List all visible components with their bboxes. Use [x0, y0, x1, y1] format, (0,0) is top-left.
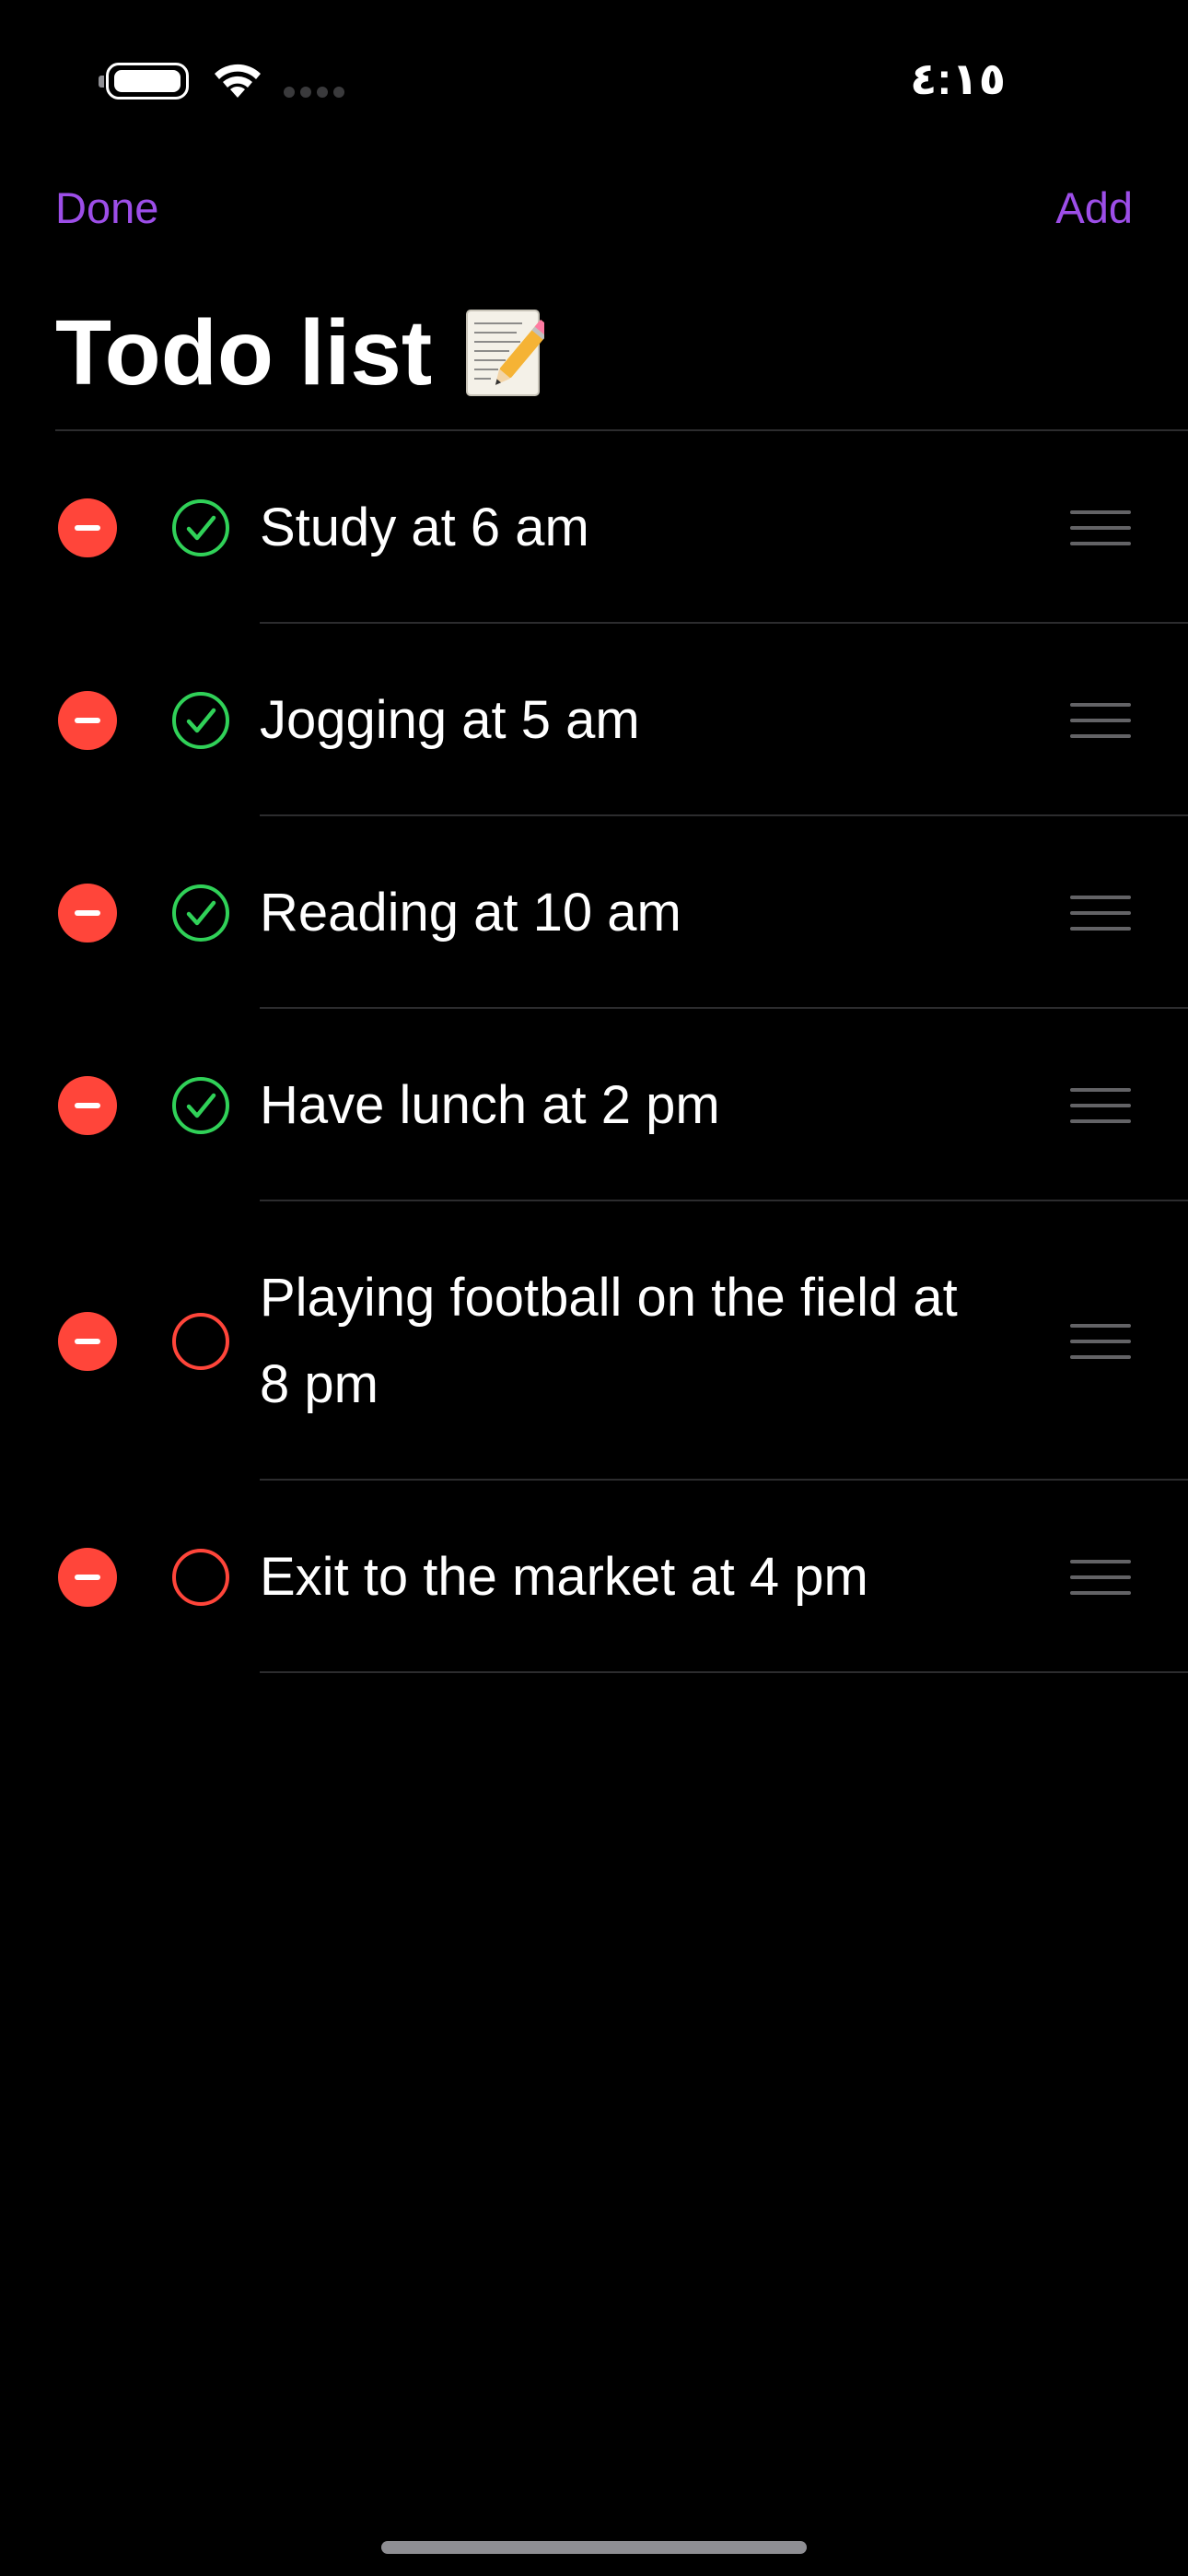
- list-item[interactable]: Jogging at 5 am: [0, 624, 1188, 816]
- todo-label: Jogging at 5 am: [260, 689, 640, 750]
- drag-handle-icon[interactable]: [1070, 509, 1131, 545]
- list-item[interactable]: Exit to the market at 4 pm: [0, 1481, 1188, 1673]
- checkmark-circle-icon[interactable]: [170, 498, 231, 558]
- todo-list: Study at 6 am Jogging at 5 am Reading at…: [0, 431, 1188, 1673]
- checkmark-circle-icon[interactable]: [170, 690, 231, 751]
- page-title: Todo list: [55, 301, 433, 404]
- delete-button[interactable]: [58, 690, 117, 750]
- empty-circle-icon[interactable]: [170, 1311, 231, 1372]
- todo-label: Study at 6 am: [260, 497, 589, 557]
- wifi-icon: [215, 64, 261, 98]
- empty-circle-icon[interactable]: [170, 1547, 231, 1608]
- drag-handle-icon[interactable]: [1070, 895, 1131, 931]
- delete-button[interactable]: [58, 883, 117, 943]
- cellular-signal-icon: [284, 87, 344, 98]
- home-indicator[interactable]: [381, 2541, 807, 2554]
- memo-icon: [466, 310, 545, 396]
- delete-button[interactable]: [58, 1547, 117, 1607]
- list-item[interactable]: Study at 6 am: [0, 431, 1188, 624]
- checkmark-circle-icon[interactable]: [170, 883, 231, 943]
- page-header: Todo list: [55, 293, 545, 413]
- list-item[interactable]: Playing football on the field at 8 pm: [0, 1201, 1188, 1481]
- delete-button[interactable]: [58, 498, 117, 557]
- battery-icon: [99, 63, 189, 100]
- add-button[interactable]: Add: [1055, 182, 1133, 234]
- list-item[interactable]: Have lunch at 2 pm: [0, 1009, 1188, 1201]
- done-button[interactable]: Done: [55, 182, 158, 234]
- todo-label: Have lunch at 2 pm: [260, 1074, 720, 1135]
- row-divider: [260, 1671, 1188, 1673]
- status-bar: ٤:١٥: [0, 0, 1188, 157]
- list-item[interactable]: Reading at 10 am: [0, 816, 1188, 1009]
- delete-button[interactable]: [58, 1075, 117, 1135]
- todo-label: Playing football on the field at 8 pm: [260, 1267, 958, 1414]
- drag-handle-icon[interactable]: [1070, 702, 1131, 738]
- checkmark-circle-icon[interactable]: [170, 1075, 231, 1136]
- drag-handle-icon[interactable]: [1070, 1323, 1131, 1359]
- drag-handle-icon[interactable]: [1070, 1087, 1131, 1123]
- status-time: ٤:١٥: [910, 55, 1006, 104]
- todo-label: Reading at 10 am: [260, 882, 681, 943]
- drag-handle-icon[interactable]: [1070, 1559, 1131, 1595]
- todo-label: Exit to the market at 4 pm: [260, 1546, 868, 1607]
- delete-button[interactable]: [58, 1311, 117, 1371]
